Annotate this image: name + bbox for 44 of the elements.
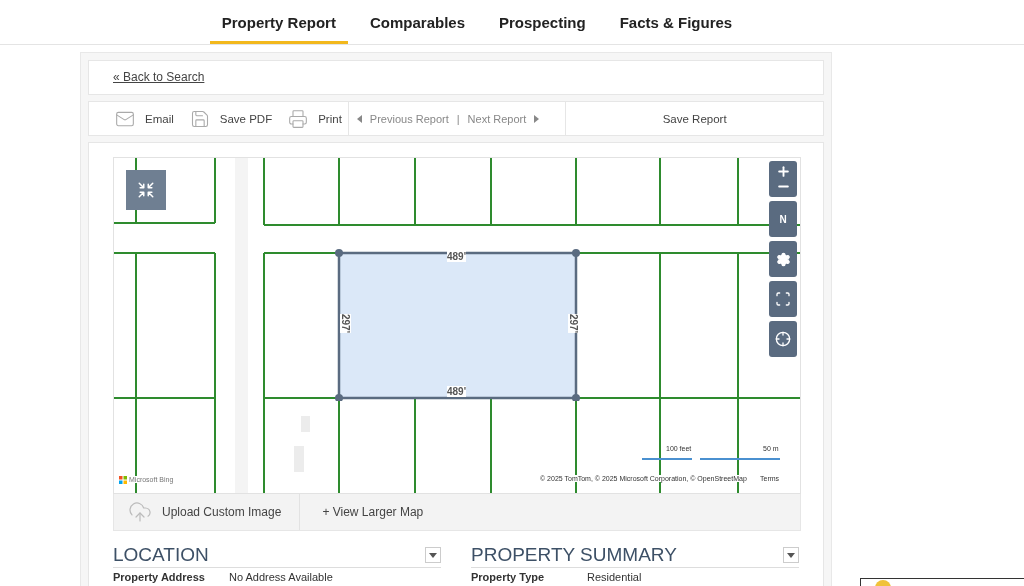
save-report-link[interactable]: Save Report [566, 112, 823, 125]
section-title: PROPERTY SUMMARY [471, 544, 677, 566]
zoom-in-icon[interactable] [775, 164, 791, 179]
select-area-button[interactable] [769, 281, 797, 317]
toolbar-action[interactable]: Save PDF [189, 108, 273, 129]
section-title: LOCATION [113, 544, 209, 566]
nav-tab[interactable]: Comparables [357, 0, 477, 44]
zoom-control[interactable] [769, 161, 797, 197]
field-value: No Address Available [229, 571, 333, 583]
settings-icon [775, 251, 791, 267]
shrink-icon [137, 181, 155, 199]
dimension-label: 489' [447, 386, 467, 397]
dimension-label: 297' [340, 313, 352, 334]
crosshair-icon [775, 331, 791, 347]
toolbar-action[interactable]: Email [115, 108, 174, 129]
settings-button[interactable] [769, 241, 797, 277]
compass-button[interactable]: N [769, 201, 797, 237]
previous-report-link[interactable]: Previous Report [369, 112, 449, 125]
dimension-label: 489' [447, 251, 467, 262]
collapse-dropdown[interactable] [425, 547, 441, 563]
right-caret-icon [534, 114, 540, 123]
field-label: Property Address [113, 571, 206, 583]
windows-logo-icon [119, 476, 127, 484]
scale-bar [642, 458, 692, 460]
field-value: Residential [587, 571, 642, 583]
collapse-dropdown[interactable] [783, 547, 799, 563]
collapse-button[interactable] [126, 170, 166, 210]
dimension-label: 297' [568, 313, 580, 334]
toolbar-action[interactable]: Print [288, 108, 342, 129]
separator: | [456, 112, 460, 125]
field-label: Property Type [471, 571, 546, 583]
nav-tab[interactable]: Property Report [209, 0, 348, 44]
left-caret-icon [356, 114, 362, 123]
next-report-link[interactable]: Next Report [467, 112, 527, 125]
locate-button[interactable] [769, 321, 797, 357]
upload-custom-image-link[interactable]: Upload Custom Image [114, 494, 301, 530]
view-larger-map-link[interactable]: + View Larger Map [322, 505, 424, 519]
nav-tab[interactable]: Prospecting [487, 0, 598, 44]
printer-icon [288, 108, 309, 129]
cloud-upload-icon [128, 500, 152, 524]
square-select-icon [775, 291, 791, 307]
nav-tab[interactable]: Facts & Figures [607, 0, 745, 44]
caret-icon [429, 552, 437, 558]
caret-icon [787, 552, 795, 558]
